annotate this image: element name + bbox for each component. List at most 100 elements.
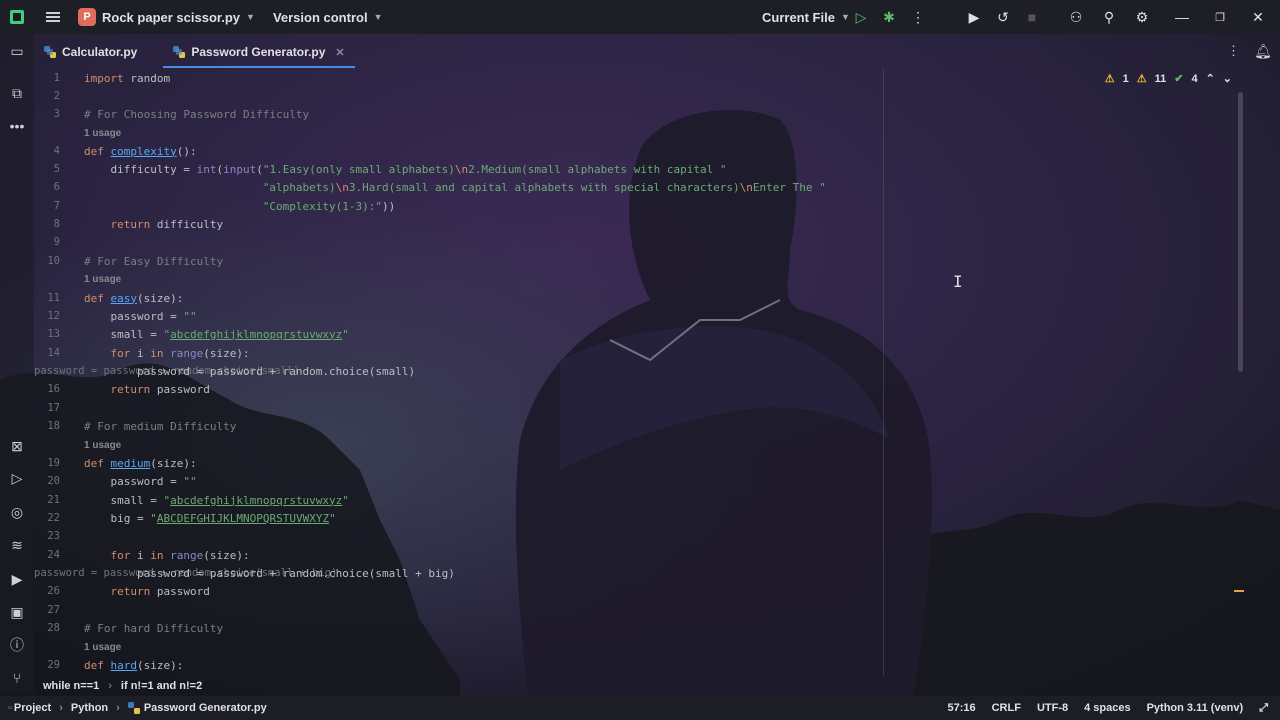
tab-label: Password Generator.py xyxy=(191,45,326,59)
close-tab-icon[interactable]: ✕ xyxy=(335,46,344,59)
breadcrumb-separator: › xyxy=(59,702,63,714)
code-line: 11 def easy(size): xyxy=(47,291,184,305)
code-line: 24 for i in range(size): xyxy=(47,548,250,562)
minimize-icon[interactable]: — xyxy=(1170,0,1194,34)
text-cursor-icon: I xyxy=(953,272,963,291)
usage-hint[interactable]: 1 usage xyxy=(34,124,1234,142)
breadcrumb-item[interactable]: if n!=1 and n!=2 xyxy=(121,680,202,692)
notifications-icon[interactable]: 🔔︎ xyxy=(1246,37,1280,65)
code-line: 7 "Complexity(1-3):")) xyxy=(53,199,396,213)
vcs-widget[interactable]: Version control xyxy=(273,10,368,25)
code-line: 29 def hard(size): xyxy=(47,658,184,672)
stop-icon[interactable]: ■ xyxy=(1020,0,1044,34)
title-bar: P Rock paper scissor.py ▼ Version contro… xyxy=(0,0,1280,34)
services-icon[interactable]: ▶ xyxy=(0,565,34,593)
app-logo[interactable] xyxy=(10,10,24,24)
project-badge[interactable]: P xyxy=(78,8,96,26)
line-separator[interactable]: CRLF xyxy=(992,702,1021,714)
code-line: 18 # For medium Difficulty xyxy=(47,419,237,433)
caret-position[interactable]: 57:16 xyxy=(947,702,975,714)
left-tool-stripe: ▭ ⧉ ••• ⊠ ▷ ◎ ≋ ▶ ▣ ⓘ ⑂ xyxy=(0,34,34,694)
profile-icon[interactable]: ↺ xyxy=(991,0,1015,34)
tab-options-icon[interactable]: ⋮ xyxy=(1227,34,1240,68)
run-icon[interactable]: ▷ xyxy=(849,0,873,34)
editor-tabs: Calculator.py Password Generator.py ✕ ⋮ xyxy=(34,34,1246,68)
run-config-label: Current File xyxy=(762,9,835,25)
status-bar: ▫ Project › Python › Password Generator.… xyxy=(0,696,1280,720)
code-line: 14 for i in range(size): xyxy=(47,346,250,360)
project-icon: ▫ xyxy=(8,702,12,714)
close-icon[interactable]: ✕ xyxy=(1246,0,1270,34)
code-line: 5 difficulty = int(input("1.Easy(only sm… xyxy=(53,162,727,176)
breadcrumb-separator: › xyxy=(108,680,112,692)
folder-icon[interactable]: ▭ xyxy=(0,37,34,65)
usage-hint[interactable]: 1 usage xyxy=(34,638,1234,656)
status-python[interactable]: Python xyxy=(71,702,108,714)
breadcrumb-item[interactable]: while n==1 xyxy=(43,680,99,692)
code-line: 2 xyxy=(53,90,60,102)
layers-icon[interactable]: ≋ xyxy=(0,531,34,559)
problems-icon[interactable]: ⓘ xyxy=(0,631,34,659)
code-line: 10 # For Easy Difficulty xyxy=(47,254,224,268)
code-line: 17 xyxy=(47,402,60,414)
main-menu-icon[interactable] xyxy=(46,10,60,24)
structure-icon[interactable]: ⧉ xyxy=(0,79,34,107)
code-line: 26 return password xyxy=(47,584,210,598)
python-console-icon[interactable]: ◎ xyxy=(0,498,34,526)
code-line: 22 big = "ABCDEFGHIJKLMNOPQRSTUVWXYZ" xyxy=(47,511,336,525)
usage-hint[interactable]: 1 usage xyxy=(34,436,1234,454)
settings-icon[interactable]: ⚙ xyxy=(1130,0,1154,34)
code-line: 19 def medium(size): xyxy=(47,456,197,470)
maximize-icon[interactable]: ❐ xyxy=(1208,0,1232,34)
indent-setting[interactable]: 4 spaces xyxy=(1084,702,1130,714)
read-only-toggle-icon[interactable]: ⤢ xyxy=(1259,702,1268,715)
tab-label: Calculator.py xyxy=(62,45,138,59)
python-file-icon xyxy=(44,46,56,58)
terminal-icon[interactable]: ▣ xyxy=(0,598,34,626)
search-icon[interactable]: ⚲ xyxy=(1097,0,1121,34)
tab-calculator[interactable]: Calculator.py xyxy=(34,36,147,68)
code-line: 21 small = "abcdefghijklmnopqrstuvwxyz" xyxy=(47,493,349,507)
excel-icon[interactable]: ⊠ xyxy=(0,432,34,460)
chevron-down-icon[interactable]: ▼ xyxy=(374,12,383,22)
code-line: 9 xyxy=(53,236,60,248)
tab-password-generator[interactable]: Password Generator.py ✕ xyxy=(163,36,355,68)
vertical-scrollbar[interactable] xyxy=(1238,92,1243,372)
code-line: password = password + random.choice(smal… xyxy=(34,566,455,580)
status-file[interactable]: Password Generator.py xyxy=(144,702,267,714)
code-editor[interactable]: ⚠ 1 ⚠ 11 ✔ 4 ⌃ ⌄ 1 import random 2 3 # For … xyxy=(34,68,1246,676)
breadcrumb: while n==1 › if n!=1 and n!=2 xyxy=(34,676,1246,696)
code-line: password = password + random.choice(smal… xyxy=(34,364,416,378)
usage-hint[interactable]: 1 usage xyxy=(34,270,1234,288)
add-user-icon[interactable]: ⚇ xyxy=(1064,0,1088,34)
more-actions-icon[interactable]: ⋮ xyxy=(906,0,930,34)
code-line: 27 xyxy=(47,604,60,616)
run-configuration-selector[interactable]: Current File ▼ xyxy=(762,0,850,34)
code-line: 20 password = "" xyxy=(47,474,197,488)
python-file-icon xyxy=(127,702,140,714)
chevron-down-icon[interactable]: ▼ xyxy=(246,12,255,22)
more-tools-icon[interactable]: ••• xyxy=(0,112,34,140)
debug-icon[interactable]: ✱ xyxy=(877,0,901,34)
project-widget[interactable]: Rock paper scissor.py xyxy=(102,10,240,25)
code-line: 16 return password xyxy=(47,382,210,396)
code-line: 12 password = "" xyxy=(47,309,197,323)
code-line: 3 # For Choosing Password Difficulty xyxy=(53,107,310,121)
python-file-icon xyxy=(173,46,186,58)
code-line: 23 xyxy=(47,530,60,542)
code-line: 4 def complexity(): xyxy=(53,144,197,158)
code-line: 6 "alphabets)\n3.Hard(small and capital … xyxy=(53,180,826,194)
breadcrumb-separator: › xyxy=(116,702,120,714)
code-line: 1 import random xyxy=(53,71,171,85)
status-project[interactable]: Project xyxy=(14,702,51,714)
python-interpreter[interactable]: Python 3.11 (venv) xyxy=(1147,702,1244,714)
code-line: 13 small = "abcdefghijklmnopqrstuvwxyz" xyxy=(47,327,349,341)
git-icon[interactable]: ⑂ xyxy=(0,664,34,692)
run-tool-icon[interactable]: ▷ xyxy=(0,464,34,492)
file-encoding[interactable]: UTF-8 xyxy=(1037,702,1068,714)
warning-stripe-marker[interactable] xyxy=(1234,590,1244,592)
code-line: 8 return difficulty xyxy=(53,217,224,231)
code-line: 28 # For hard Difficulty xyxy=(47,621,224,635)
run-widget-icon[interactable]: ▶ xyxy=(962,0,986,34)
right-tool-stripe: 🔔︎ xyxy=(1246,34,1280,694)
